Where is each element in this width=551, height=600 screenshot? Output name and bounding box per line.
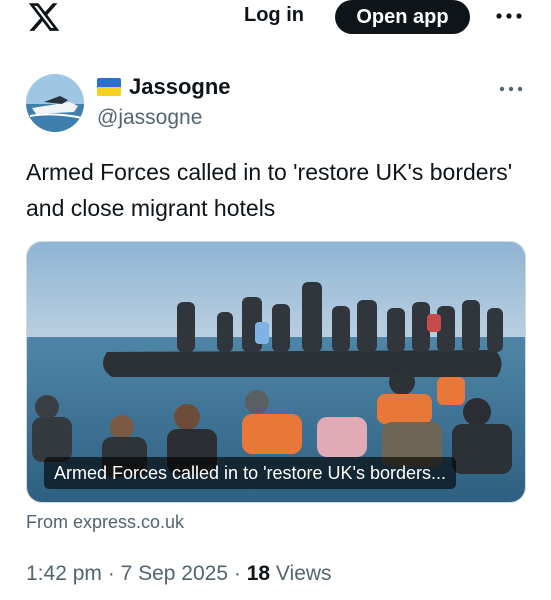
- meta-separator: ·: [107, 562, 115, 585]
- post-meta: 1:42 pm · 7 Sep 2025 · 18 Views: [26, 562, 332, 586]
- more-horizontal-icon[interactable]: [494, 8, 524, 24]
- post-time[interactable]: 1:42 pm: [26, 562, 102, 585]
- avatar[interactable]: [26, 74, 84, 132]
- ukraine-flag-icon: [97, 78, 121, 96]
- open-app-button[interactable]: Open app: [335, 0, 470, 34]
- link-card[interactable]: Armed Forces called in to 'restore UK's …: [26, 241, 526, 503]
- display-name[interactable]: Jassogne: [129, 74, 231, 100]
- post-text: Armed Forces called in to 'restore UK's …: [26, 159, 513, 221]
- login-link[interactable]: Log in: [244, 4, 304, 27]
- card-caption: Armed Forces called in to 'restore UK's …: [44, 457, 457, 489]
- card-source[interactable]: From express.co.uk: [26, 512, 184, 533]
- views-label: Views: [275, 562, 332, 585]
- meta-separator: ·: [233, 562, 241, 585]
- user-handle[interactable]: @jassogne: [97, 106, 202, 130]
- views-count: 18: [246, 562, 271, 585]
- post-date[interactable]: 7 Sep 2025: [121, 562, 228, 585]
- x-logo-icon[interactable]: [26, 0, 62, 34]
- post-more-icon[interactable]: [498, 82, 524, 96]
- top-bar: Log in Open app: [0, 0, 551, 40]
